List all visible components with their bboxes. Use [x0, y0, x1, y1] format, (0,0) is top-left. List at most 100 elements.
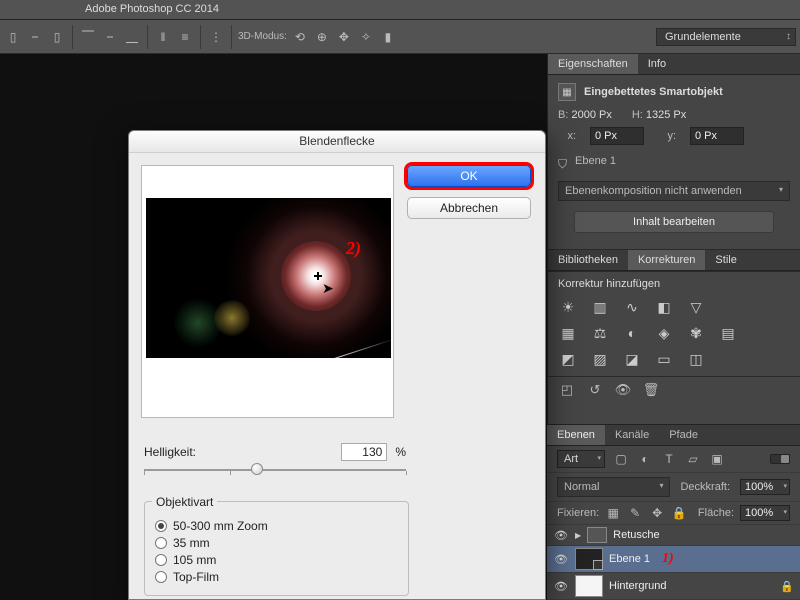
radio-105mm[interactable]: 105 mm — [155, 553, 398, 567]
filter-shape-icon[interactable]: ▱ — [685, 452, 701, 466]
pan-3d-icon[interactable]: ✥ — [335, 28, 353, 46]
filter-smart-icon[interactable]: ▣ — [709, 452, 725, 466]
lens-type-group: Objektivart 50-300 mm Zoom 35 mm 105 mm … — [144, 487, 409, 596]
options-toolbar: ▯ ⎯ ▯ ⎺ ⎯ ⎽ ‖ ≡ ⋮ 3D-Modus: ⟲ ⊕ ✥ ✧ ▮ Gr… — [0, 20, 800, 54]
clip-icon[interactable]: ◰ — [558, 381, 576, 399]
lut-icon[interactable]: ▤ — [718, 324, 738, 342]
radio-label: 50-300 mm Zoom — [173, 519, 268, 533]
app-title: Adobe Photoshop CC 2014 — [0, 0, 800, 15]
tab-stile[interactable]: Stile — [705, 250, 746, 270]
opacity-input[interactable]: 100% — [740, 479, 790, 495]
right-panels: Eigenschaften Info ▦ Eingebettetes Smart… — [547, 54, 800, 600]
fill-label: Fläche: — [698, 507, 734, 519]
annotation-1: 1) — [656, 551, 674, 567]
levels-icon[interactable]: ▥ — [590, 298, 610, 316]
slide-3d-icon[interactable]: ✧ — [357, 28, 375, 46]
filter-pixel-icon[interactable]: ▢ — [613, 452, 629, 466]
photo-filter-icon[interactable]: ◈ — [654, 324, 674, 342]
hue-icon[interactable]: ▦ — [558, 324, 578, 342]
cancel-button[interactable]: Abbrechen — [407, 197, 531, 219]
source-layer-label: Ebene 1 — [575, 155, 616, 167]
distribute-h-icon[interactable]: ‖ — [154, 28, 172, 46]
tab-bibliotheken[interactable]: Bibliotheken — [548, 250, 628, 270]
annotation-2: 2) — [346, 238, 361, 259]
tab-pfade[interactable]: Pfade — [659, 425, 708, 445]
tab-korrekturen[interactable]: Korrekturen — [628, 250, 705, 270]
curves-icon[interactable]: ∿ — [622, 298, 642, 316]
tab-info[interactable]: Info — [638, 54, 676, 74]
flare-center-marker[interactable] — [314, 272, 322, 280]
tab-ebenen[interactable]: Ebenen — [547, 425, 605, 445]
filter-switch[interactable] — [770, 454, 790, 464]
eye-icon[interactable]: 👁 — [614, 381, 632, 399]
lock-all-icon[interactable]: 🔒 — [671, 506, 687, 520]
visibility-icon[interactable]: 👁 — [553, 553, 569, 566]
roll-3d-icon[interactable]: ⊕ — [313, 28, 331, 46]
balance-icon[interactable]: ⚖ — [590, 324, 610, 342]
edit-contents-button[interactable]: Inhalt bearbeiten — [574, 211, 774, 233]
fill-input[interactable]: 100% — [740, 505, 790, 521]
align-center-h-icon[interactable]: ⎯ — [26, 28, 44, 46]
threshold-icon[interactable]: ◪ — [622, 350, 642, 368]
brightness-icon[interactable]: ☀ — [558, 298, 578, 316]
separator — [72, 25, 73, 49]
invert-icon[interactable]: ◩ — [558, 350, 578, 368]
blend-mode-select[interactable]: Normal — [557, 477, 670, 497]
distribute-spacing-icon[interactable]: ⋮ — [207, 28, 225, 46]
radio-dot-icon — [155, 571, 167, 583]
corrections-footer: ◰ ↺ 👁 🗑 — [548, 376, 800, 407]
brightness-slider[interactable] — [144, 463, 406, 477]
brightness-label: Helligkeit: — [144, 445, 196, 459]
disclosure-icon[interactable]: ▶ — [575, 531, 581, 540]
tab-kanaele[interactable]: Kanäle — [605, 425, 659, 445]
visibility-icon[interactable]: 👁 — [553, 580, 569, 593]
tab-eigenschaften[interactable]: Eigenschaften — [548, 54, 638, 74]
x-input[interactable]: 0 Px — [590, 127, 644, 145]
folder-icon — [587, 527, 607, 543]
flare-preview[interactable]: ➤ 2) — [146, 198, 391, 358]
radio-50-300[interactable]: 50-300 mm Zoom — [155, 519, 398, 533]
align-center-v-icon[interactable]: ⎯ — [101, 28, 119, 46]
radio-top-film[interactable]: Top-Film — [155, 570, 398, 584]
layer-row-ebene1[interactable]: 👁 Ebene 1 1) — [547, 546, 800, 573]
ok-button[interactable]: OK — [407, 165, 531, 187]
radio-35mm[interactable]: 35 mm — [155, 536, 398, 550]
filter-type-icon[interactable]: T — [661, 452, 677, 466]
posterize-icon[interactable]: ▨ — [590, 350, 610, 368]
lock-trans-icon[interactable]: ▦ — [605, 506, 621, 520]
filter-adjust-icon[interactable]: ◐ — [637, 452, 653, 466]
layer-filter-select[interactable]: Art — [557, 450, 605, 468]
selective-color-icon[interactable]: ◫ — [686, 350, 706, 368]
y-input[interactable]: 0 Px — [690, 127, 744, 145]
reset-icon[interactable]: ↺ — [586, 381, 604, 399]
align-bottom-icon[interactable]: ⎽ — [123, 28, 141, 46]
gradient-map-icon[interactable]: ▭ — [654, 350, 674, 368]
brightness-unit: % — [395, 445, 406, 459]
vibrance-icon[interactable]: ▽ — [686, 298, 706, 316]
smartobject-title: Eingebettetes Smartobjekt — [584, 86, 723, 98]
exposure-icon[interactable]: ◧ — [654, 298, 674, 316]
camera-3d-icon[interactable]: ▮ — [379, 28, 397, 46]
layer-row-hintergrund[interactable]: 👁 Hintergrund 🔒 — [547, 573, 800, 600]
channel-mixer-icon[interactable]: ✾ — [686, 324, 706, 342]
layer-row-retusche[interactable]: 👁 ▶ Retusche — [547, 525, 800, 546]
lock-paint-icon[interactable]: ✎ — [627, 506, 643, 520]
layer-name: Retusche — [613, 529, 659, 541]
orbit-3d-icon[interactable]: ⟲ — [291, 28, 309, 46]
align-right-icon[interactable]: ▯ — [48, 28, 66, 46]
brightness-input[interactable]: 130 — [341, 443, 387, 461]
layer-comp-select[interactable]: Ebenenkomposition nicht anwenden — [558, 181, 790, 201]
slider-knob[interactable] — [251, 463, 263, 475]
lock-move-icon[interactable]: ✥ — [649, 506, 665, 520]
align-top-icon[interactable]: ⎺ — [79, 28, 97, 46]
bw-icon[interactable]: ◐ — [622, 324, 642, 342]
align-left-icon[interactable]: ▯ — [4, 28, 22, 46]
cursor-icon: ➤ — [322, 280, 334, 297]
distribute-v-icon[interactable]: ≡ — [176, 28, 194, 46]
workspace-select[interactable]: Grundelemente — [656, 28, 796, 46]
corrections-icons-2: ▦ ⚖ ◐ ◈ ✾ ▤ — [548, 324, 800, 350]
visibility-icon[interactable]: 👁 — [553, 529, 569, 542]
lens-flare-dialog: Blendenflecke ➤ 2) OK Abbrechen Helligke… — [128, 130, 546, 600]
delete-icon[interactable]: 🗑 — [642, 381, 660, 399]
radio-dot-icon — [155, 554, 167, 566]
